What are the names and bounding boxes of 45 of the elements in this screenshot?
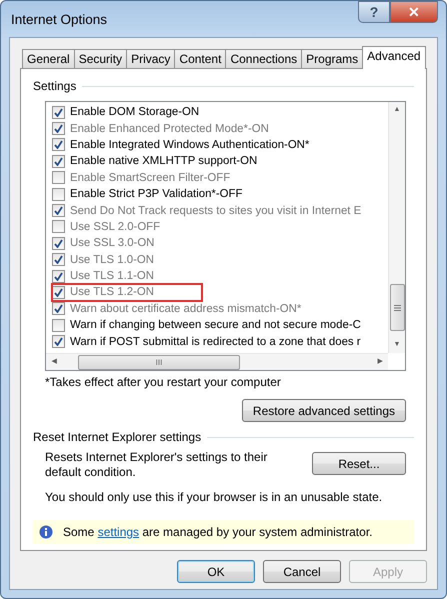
checkbox[interactable] [52, 188, 65, 201]
setting-label: Enable SmartScreen Filter-OFF [70, 172, 230, 184]
setting-label: Enable Strict P3P Validation*-OFF [70, 188, 242, 200]
description-text: Resets Internet Explorer's settings to their default condition. [45, 450, 268, 480]
tab[interactable]: Advanced [362, 46, 426, 69]
tab[interactable]: Content [174, 49, 226, 68]
tab[interactable]: Connections [225, 49, 302, 68]
setting-label: Warn if POST submittal is redirected to a zone that does r [70, 336, 361, 348]
settings-link[interactable]: settings [98, 525, 140, 539]
dialog-button[interactable]: Cancel [263, 560, 341, 583]
setting-label: Enable Integrated Windows Authentication-ON* [70, 138, 310, 151]
scroll-thumb[interactable]: III [78, 354, 240, 370]
setting-label: Use TLS 1.2-ON [70, 286, 154, 298]
tab[interactable]: Programs [301, 49, 364, 68]
setting-label: Use SSL 2.0-OFF [70, 220, 160, 233]
checkbox[interactable] [52, 106, 65, 119]
setting-label: Warn about certificate address mismatch-ON* [70, 302, 302, 315]
setting-label: Use TLS 1.0-ON [70, 254, 154, 266]
checkbox[interactable] [52, 335, 65, 348]
tab[interactable]: Security [74, 49, 128, 68]
warning-text: You should only use this if your browser is in an unusable state. [45, 490, 384, 504]
scroll-thumb[interactable] [390, 284, 404, 331]
group-title: Settings [33, 79, 76, 93]
checkbox[interactable] [52, 318, 65, 332]
setting-label: Send Do Not Track requests to sites you visit in Internet E [70, 204, 362, 217]
checkbox[interactable] [52, 138, 65, 152]
tab[interactable]: Privacy [126, 49, 176, 68]
info-icon [39, 525, 53, 539]
setting-label: Enable native XMLHTTP support-ON [70, 155, 258, 168]
restore-button[interactable]: Restore advanced settings [242, 399, 406, 422]
info-message: Some settings are managed by your system administrator. [63, 525, 372, 539]
help-button[interactable]: ? [358, 1, 390, 23]
grip-icon [394, 304, 400, 310]
dialog-button[interactable]: OK [177, 560, 255, 583]
tab[interactable]: General [22, 49, 75, 68]
setting-label: Enable DOM Storage-ON [70, 106, 200, 118]
footnote-text: *Takes effect after you restart your computer [45, 375, 282, 389]
group-title: Reset Internet Explorer settings [33, 430, 202, 444]
setting-label: Enable Enhanced Protected Mode*-ON [70, 122, 269, 135]
reset-button[interactable]: Reset... [312, 452, 406, 475]
checkbox[interactable] [52, 154, 65, 168]
window-title: Internet Options [11, 12, 108, 26]
setting-label: Use SSL 3.0-ON [70, 237, 154, 250]
setting-label: Use TLS 1.1-ON [70, 270, 154, 282]
setting-label: Warn if changing between secure and not secure mode-C [70, 319, 361, 332]
